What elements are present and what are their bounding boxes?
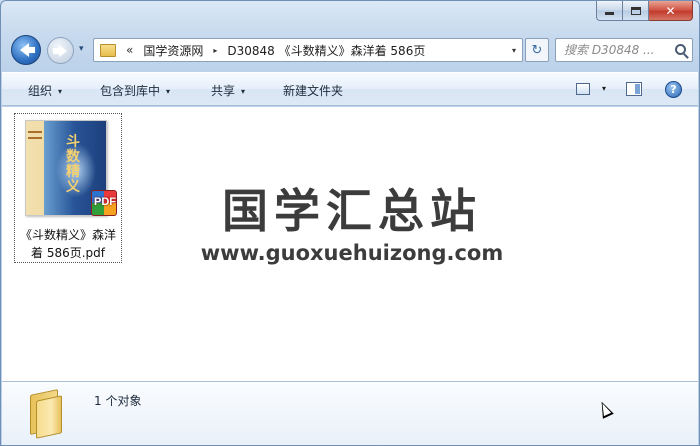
view-options-chevron-icon[interactable]: ▾ bbox=[602, 84, 606, 93]
file-item[interactable]: 斗数精义 PDF 《斗数精义》森洋 着 586页.pdf bbox=[14, 113, 122, 263]
include-in-library-label: 包含到库中 bbox=[100, 84, 161, 98]
file-name: 《斗数精义》森洋 着 586页.pdf bbox=[15, 226, 121, 262]
watermark-url: www.guoxuehuizong.com bbox=[200, 241, 504, 265]
search-icon[interactable] bbox=[675, 44, 686, 55]
breadcrumb-item[interactable]: D30848 《斗数精义》森洋着 586页 bbox=[227, 42, 425, 59]
close-button[interactable]: ✕ bbox=[649, 1, 693, 21]
breadcrumb-item[interactable]: 国学资源网 bbox=[143, 42, 203, 59]
address-bar[interactable]: « 国学资源网 ▸ D30848 《斗数精义》森洋着 586页 ▾ bbox=[93, 38, 523, 62]
refresh-button[interactable]: ↻ bbox=[525, 38, 549, 62]
pdf-badge-label: PDF bbox=[94, 196, 116, 208]
command-bar: 组织 ▾ 包含到库中 ▾ 共享 ▾ 新建文件夹 ▾ ? bbox=[2, 72, 698, 106]
share-button[interactable]: 共享 ▾ bbox=[211, 82, 245, 99]
caption-buttons: ✕ bbox=[596, 1, 693, 21]
search-box[interactable] bbox=[555, 38, 693, 62]
folder-icon bbox=[26, 388, 66, 439]
item-count: 1 个对象 bbox=[94, 394, 142, 408]
cover-title: 斗数精义 bbox=[66, 134, 80, 195]
share-label: 共享 bbox=[211, 84, 236, 98]
watermark-title: 国学汇总站 bbox=[222, 184, 482, 238]
close-icon: ✕ bbox=[665, 3, 676, 18]
explorer-window: ✕ ▾ « 国学资源网 ▸ D30848 《斗数精义》森洋着 586页 ▾ ↻ bbox=[0, 0, 700, 446]
preview-pane-icon[interactable] bbox=[626, 82, 642, 96]
new-folder-button[interactable]: 新建文件夹 bbox=[283, 82, 343, 99]
breadcrumb-overflow-button[interactable]: « bbox=[126, 43, 133, 57]
refresh-icon: ↻ bbox=[531, 42, 543, 58]
help-icon[interactable]: ? bbox=[665, 81, 682, 98]
chevron-down-icon: ▾ bbox=[166, 87, 171, 96]
change-view-icon[interactable] bbox=[576, 83, 590, 95]
pdf-file-icon: PDF bbox=[91, 190, 117, 216]
folder-front-shape bbox=[36, 395, 62, 439]
navigation-bar: ▾ « 国学资源网 ▸ D30848 《斗数精义》森洋着 586页 ▾ ↻ bbox=[9, 35, 693, 67]
address-dropdown-button[interactable]: ▾ bbox=[512, 46, 516, 55]
chevron-down-icon: ▾ bbox=[241, 87, 246, 96]
back-arrow-icon bbox=[19, 43, 35, 57]
details-pane: 1 个对象 bbox=[2, 381, 698, 445]
organize-button[interactable]: 组织 ▾ bbox=[28, 82, 62, 99]
recent-pages-button[interactable]: ▾ bbox=[79, 44, 84, 54]
minimize-icon bbox=[605, 12, 614, 15]
file-list[interactable]: 斗数精义 PDF 《斗数精义》森洋 着 586页.pdf 国学汇总站 www.g… bbox=[2, 107, 698, 381]
file-name-line: 着 586页.pdf bbox=[31, 246, 105, 260]
maximize-icon bbox=[630, 6, 641, 15]
file-name-line: 《斗数精义》森洋 bbox=[19, 228, 116, 242]
search-input[interactable] bbox=[564, 43, 676, 57]
include-in-library-button[interactable]: 包含到库中 ▾ bbox=[100, 82, 170, 99]
forward-button[interactable] bbox=[47, 37, 74, 64]
folder-icon bbox=[100, 43, 116, 57]
forward-arrow-icon bbox=[52, 44, 67, 57]
maximize-button[interactable] bbox=[623, 1, 649, 21]
minimize-button[interactable] bbox=[596, 1, 623, 21]
cover-stripe bbox=[28, 137, 42, 139]
back-button[interactable] bbox=[11, 35, 41, 65]
breadcrumb-chevron-icon[interactable]: ▸ bbox=[213, 46, 217, 55]
organize-label: 组织 bbox=[28, 84, 53, 98]
chevron-down-icon: ▾ bbox=[58, 87, 63, 96]
cover-stripe bbox=[28, 131, 42, 133]
